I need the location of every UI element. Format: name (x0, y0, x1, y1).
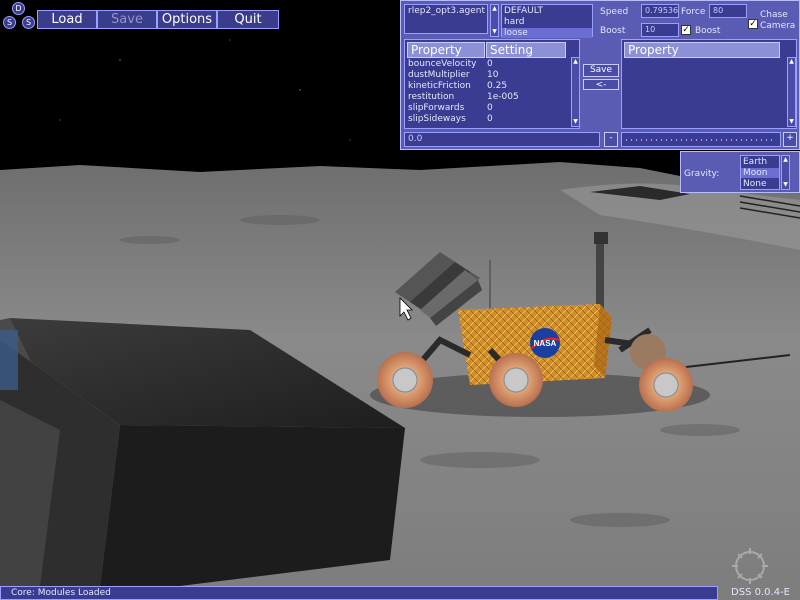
property-name: slipSideways (408, 114, 466, 124)
status-bar: Core: Modules Loaded (0, 586, 718, 600)
boost-checkbox[interactable]: ✓ (681, 25, 691, 35)
property-name: slipForwards (408, 103, 465, 113)
right-property-table: Property (621, 39, 797, 129)
column-header-property-right[interactable]: Property (624, 42, 780, 58)
agent-file-field[interactable]: rlep2_opt3.agent (404, 4, 488, 34)
quit-button[interactable]: Quit (217, 10, 279, 29)
scroll-up-icon[interactable]: ▲ (491, 5, 498, 13)
dss-logo-s2: S (22, 16, 35, 29)
property-value[interactable]: 0 (487, 114, 493, 124)
property-name: restitution (408, 92, 455, 102)
property-value[interactable]: 1e-005 (487, 92, 519, 102)
svg-text:NASA: NASA (534, 339, 557, 348)
value-slider[interactable] (621, 132, 781, 147)
column-header-property[interactable]: Property (407, 42, 485, 58)
plus-button[interactable]: + (783, 132, 797, 147)
boost-label: Boost (600, 26, 626, 36)
scroll-up-icon[interactable]: ▲ (572, 58, 579, 66)
property-table-scrollbar[interactable]: ▲ ▼ (571, 57, 580, 127)
nasa-logo-icon: NASA (530, 328, 561, 358)
speed-field[interactable]: 0.79536 (641, 4, 679, 18)
property-value[interactable]: 0.25 (487, 81, 507, 91)
agent-settings-panel: rlep2_opt3.agent ▲ ▼ DEFAULT hard loose … (400, 0, 800, 150)
force-field[interactable]: 80 (709, 4, 747, 18)
property-table: Property Setting bounceVelocity 0 dustMu… (404, 39, 580, 129)
profile-list[interactable]: DEFAULT hard loose (501, 4, 593, 38)
save-property-button[interactable]: Save (583, 64, 619, 77)
save-menu-button[interactable]: Save (97, 10, 157, 29)
chase-camera-label: Chase Camera (760, 10, 796, 31)
gravity-label: Gravity: (684, 169, 720, 179)
gravity-option[interactable]: None (743, 179, 766, 189)
property-value[interactable]: 10 (487, 70, 498, 80)
boost-check-label: Boost (695, 26, 721, 36)
chase-camera-checkbox[interactable]: ✓ (748, 19, 758, 29)
minus-button[interactable]: - (604, 132, 618, 147)
gravity-option[interactable]: Earth (743, 157, 767, 167)
scroll-down-icon[interactable]: ▼ (491, 28, 498, 36)
main-menu: D S S Load Save Options Quit (0, 0, 280, 32)
gravity-scrollbar[interactable]: ▲ ▼ (781, 155, 790, 190)
scroll-down-icon[interactable]: ▼ (788, 118, 795, 126)
property-value[interactable]: 0 (487, 103, 493, 113)
property-name: bounceVelocity (408, 59, 477, 69)
slider-track (626, 139, 776, 141)
value-field[interactable]: 0.0 (404, 132, 600, 147)
version-label: DSS 0.0.4-E (731, 587, 790, 598)
profile-list-scrollbar[interactable]: ▲ ▼ (490, 4, 499, 37)
options-button[interactable]: Options (157, 10, 217, 29)
scroll-up-icon[interactable]: ▲ (782, 156, 789, 164)
scroll-up-icon[interactable]: ▲ (788, 58, 795, 66)
dss-logo-s1: S (3, 16, 16, 29)
scroll-down-icon[interactable]: ▼ (782, 181, 789, 189)
gravity-option-selected[interactable]: Moon (741, 168, 779, 178)
dss-logo-d: D (12, 2, 25, 15)
list-item-selected[interactable]: loose (502, 28, 592, 38)
property-name: kineticFriction (408, 81, 471, 91)
scroll-down-icon[interactable]: ▼ (572, 118, 579, 126)
speed-label: Speed (600, 7, 629, 17)
list-item[interactable]: hard (504, 17, 524, 27)
force-label: Force (681, 7, 706, 17)
list-item[interactable]: DEFAULT (504, 6, 543, 16)
gravity-list[interactable]: Earth Moon None (740, 155, 780, 190)
property-value[interactable]: 0 (487, 59, 493, 69)
right-table-scrollbar[interactable]: ▲ ▼ (787, 57, 796, 127)
gravity-panel: Gravity: Earth Moon None ▲ ▼ (680, 151, 800, 193)
status-message: Core: Modules Loaded (11, 588, 111, 598)
load-button[interactable]: Load (37, 10, 97, 29)
column-header-setting[interactable]: Setting (486, 42, 566, 58)
back-button[interactable]: <- (583, 79, 619, 90)
property-name: dustMultiplier (408, 70, 470, 80)
boost-field[interactable]: 10 (641, 23, 679, 37)
